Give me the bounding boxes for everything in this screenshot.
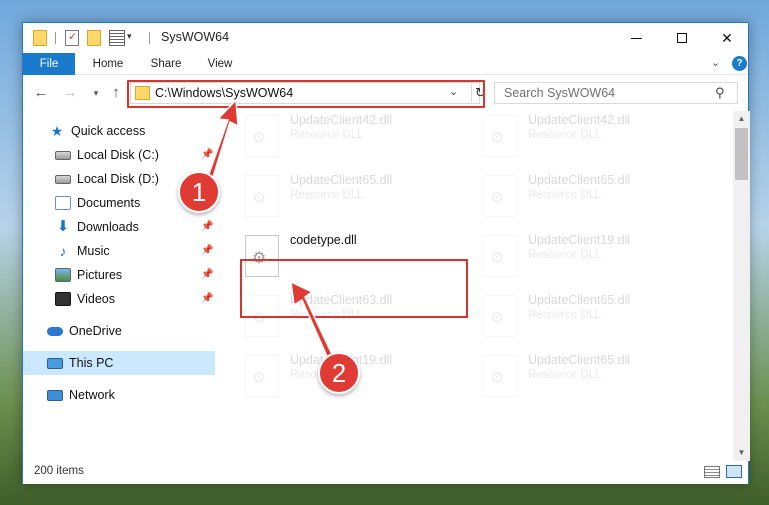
step-1-badge: 1 [178, 171, 220, 213]
step-2-badge: 2 [318, 352, 360, 394]
annotation-arrows [204, 98, 339, 372]
